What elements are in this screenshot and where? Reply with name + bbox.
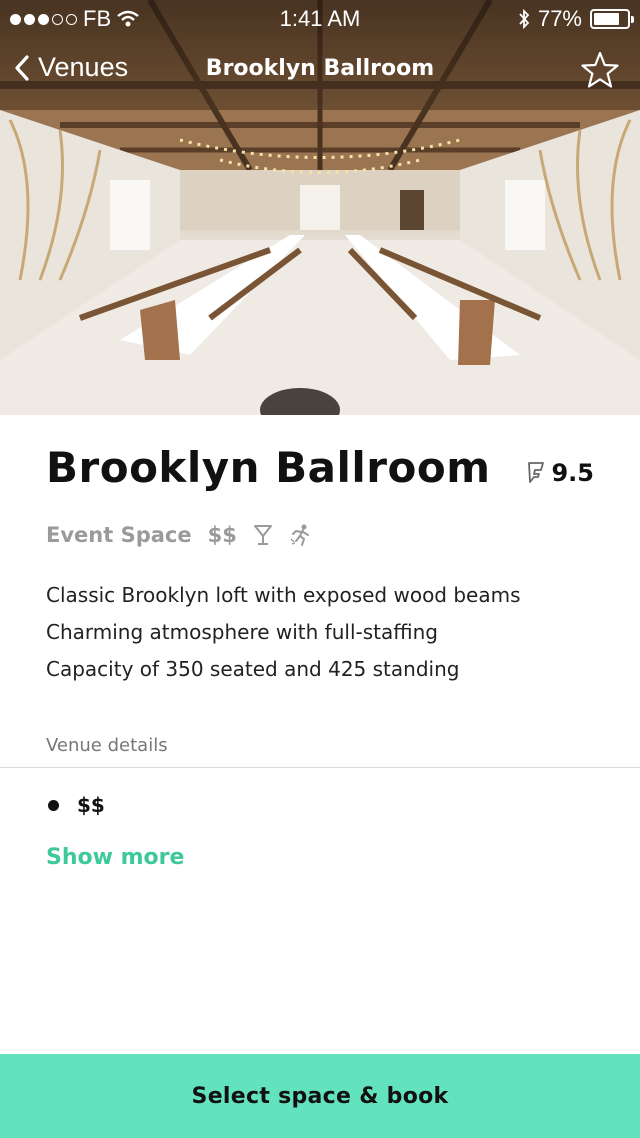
star-outline-icon [581, 51, 619, 88]
venue-description: Classic Brooklyn loft with exposed wood … [46, 577, 521, 688]
venue-meta: Event Space $$ [46, 523, 313, 547]
description-line: Classic Brooklyn loft with exposed wood … [46, 583, 521, 607]
cocktail-icon [253, 525, 272, 545]
status-bar: FB 1:41 AM 77% [0, 0, 640, 36]
battery-icon [590, 9, 634, 29]
description-line: Capacity of 350 seated and 425 standing [46, 657, 460, 681]
venue-category: Event Space [46, 523, 192, 547]
venue-details-heading: Venue details [46, 735, 168, 756]
details-item-text: $$ [77, 793, 105, 817]
foursquare-icon [528, 462, 545, 483]
venue-rating: 9.5 [527, 459, 594, 487]
rating-value: 9.5 [551, 459, 594, 487]
status-right: 77% [518, 6, 634, 32]
description-line: Charming atmosphere with full-staffing [46, 620, 438, 644]
battery-percent: 77% [537, 6, 582, 31]
show-more-link[interactable]: Show more [46, 845, 184, 870]
bullet-icon [48, 799, 59, 811]
nav-title: Brooklyn Ballroom [205, 56, 435, 81]
details-list-item: $$ [48, 793, 105, 817]
venue-title: Brooklyn Ballroom [46, 443, 491, 492]
favorite-button[interactable] [580, 50, 620, 94]
venue-price: $$ [207, 523, 237, 547]
battery-fill [594, 13, 619, 25]
navigation-bar: Venues Brooklyn Ballroom [0, 44, 640, 96]
section-divider [0, 767, 640, 768]
bluetooth-icon [519, 9, 530, 29]
dancing-icon [290, 524, 309, 546]
select-space-book-button[interactable]: Select space & book [0, 1054, 640, 1138]
